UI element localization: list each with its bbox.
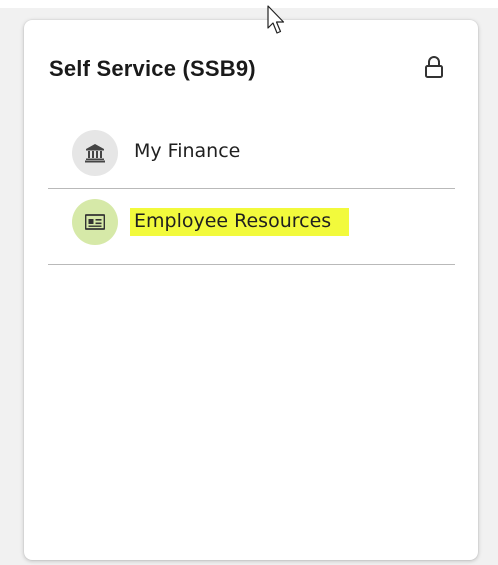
- card-header: Self Service (SSB9): [24, 20, 478, 120]
- top-strip: [0, 0, 498, 8]
- menu-item-my-finance[interactable]: My Finance: [48, 116, 455, 189]
- bank-building-icon: [72, 130, 118, 176]
- lock-icon[interactable]: [421, 54, 447, 80]
- mouse-pointer-icon: [267, 5, 287, 37]
- menu-item-label: My Finance: [134, 140, 241, 162]
- card-title: Self Service (SSB9): [49, 56, 256, 81]
- menu-item-label: Employee Resources: [130, 208, 350, 236]
- id-card-icon: [72, 199, 118, 245]
- card-menu: My Finance Employee Resources: [48, 116, 455, 265]
- menu-item-employee-resources[interactable]: Employee Resources: [48, 189, 455, 265]
- self-service-card: Self Service (SSB9) My Finance Employee …: [24, 20, 478, 560]
